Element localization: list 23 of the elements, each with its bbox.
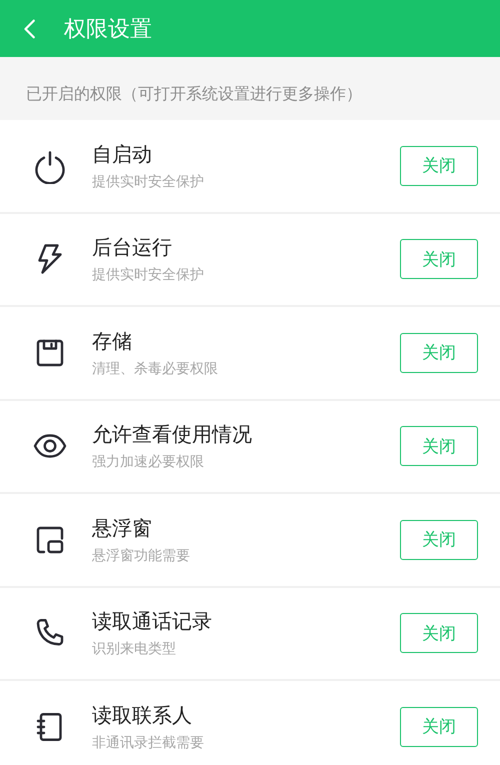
- permission-description: 悬浮窗功能需要: [92, 546, 191, 565]
- page-title: 权限设置: [64, 16, 152, 44]
- close-button[interactable]: 关闭: [400, 239, 478, 280]
- close-button[interactable]: 关闭: [400, 520, 478, 560]
- permission-name: 允许查看使用情况: [92, 421, 253, 448]
- permission-description: 清理、杀毒必要权限: [92, 360, 219, 378]
- permission-name: 自启动: [92, 140, 153, 168]
- permission-description: 识别来电类型: [92, 640, 177, 658]
- permission-name: 读取联系人: [92, 702, 193, 729]
- permission-name: 悬浮窗: [92, 514, 153, 542]
- permission-description: 提供实时安全保护: [92, 172, 205, 191]
- permission-name: 读取通话记录: [92, 608, 213, 636]
- permission-description: 强力加速必要权限: [92, 453, 205, 472]
- permission-name: 后台运行: [92, 234, 173, 262]
- close-button[interactable]: 关闭: [400, 426, 478, 466]
- close-button[interactable]: 关闭: [400, 706, 478, 747]
- permission-description: 提供实时安全保护: [92, 266, 205, 284]
- permission-name: 存储: [92, 328, 133, 355]
- section-title: 已开启的权限（可打开系统设置进行更多操作）: [26, 84, 362, 105]
- close-button[interactable]: 关闭: [400, 146, 478, 186]
- close-button[interactable]: 关闭: [400, 613, 478, 654]
- permission-description: 非通讯录拦截需要: [92, 734, 205, 752]
- close-button[interactable]: 关闭: [400, 332, 478, 373]
